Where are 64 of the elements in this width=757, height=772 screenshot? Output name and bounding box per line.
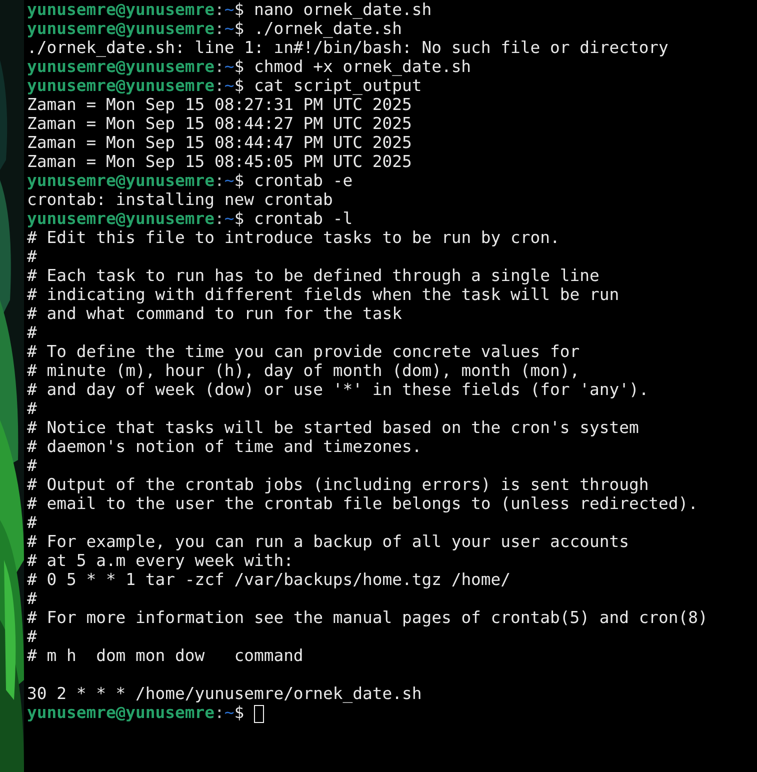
prompt-user: yunusemre@yunusemre bbox=[27, 171, 214, 190]
prompt-symbol: $ bbox=[234, 209, 244, 228]
prompt-colon: : bbox=[214, 171, 224, 190]
prompt-path: ~ bbox=[224, 0, 234, 19]
prompt-path: ~ bbox=[224, 19, 234, 38]
command-text: chmod +x ornek_date.sh bbox=[254, 57, 472, 76]
output-text: ./ornek_date.sh: line 1: ın#!/bin/bash: No such file or directory bbox=[27, 38, 668, 57]
output-text: # bbox=[27, 399, 37, 418]
output-text: # email to the user the crontab file belongs to (unless redirected). bbox=[27, 494, 698, 513]
prompt-symbol: $ bbox=[234, 171, 244, 190]
prompt-user: yunusemre@yunusemre bbox=[27, 0, 214, 19]
output-text: # Notice that tasks will be started based on the cron's system bbox=[27, 418, 639, 437]
prompt-colon: : bbox=[214, 703, 224, 722]
output-text: # daemon's notion of time and timezones. bbox=[27, 437, 422, 456]
output-text: # bbox=[27, 323, 37, 342]
output-text: # bbox=[27, 247, 37, 266]
output-text: # m h dom mon dow command bbox=[27, 646, 304, 665]
output-text: # For example, you can run a backup of all your user accounts bbox=[27, 532, 629, 551]
prompt-user: yunusemre@yunusemre bbox=[27, 76, 214, 95]
prompt-user: yunusemre@yunusemre bbox=[27, 209, 214, 228]
output-text: # To define the time you can provide concrete values for bbox=[27, 342, 580, 361]
prompt-user: yunusemre@yunusemre bbox=[27, 19, 214, 38]
output-text: # bbox=[27, 513, 37, 532]
command-text: crontab -e bbox=[254, 171, 353, 190]
output-text: Zaman = Mon Sep 15 08:44:47 PM UTC 2025 bbox=[27, 133, 412, 152]
output-text: Zaman = Mon Sep 15 08:45:05 PM UTC 2025 bbox=[27, 152, 412, 171]
prompt-user: yunusemre@yunusemre bbox=[27, 57, 214, 76]
output-text: # For more information see the manual pages of crontab(5) and cron(8) bbox=[27, 608, 708, 627]
output-text: # bbox=[27, 589, 37, 608]
command-text: crontab -l bbox=[254, 209, 353, 228]
output-text: # indicating with different fields when the task will be run bbox=[27, 285, 620, 304]
output-text: 30 2 * * * /home/yunusemre/ornek_date.sh bbox=[27, 684, 422, 703]
prompt-symbol: $ bbox=[234, 19, 244, 38]
prompt-colon: : bbox=[214, 0, 224, 19]
output-text: crontab: installing new crontab bbox=[27, 190, 333, 209]
prompt-path: ~ bbox=[224, 171, 234, 190]
output-text: Zaman = Mon Sep 15 08:27:31 PM UTC 2025 bbox=[27, 95, 412, 114]
output-text: Zaman = Mon Sep 15 08:44:27 PM UTC 2025 bbox=[27, 114, 412, 133]
prompt-user: yunusemre@yunusemre bbox=[27, 703, 214, 722]
output-text: # bbox=[27, 627, 37, 646]
output-text: # 0 5 * * 1 tar -zcf /var/backups/home.tgz /home/ bbox=[27, 570, 511, 589]
prompt-path: ~ bbox=[224, 209, 234, 228]
prompt-path: ~ bbox=[224, 76, 234, 95]
prompt-colon: : bbox=[214, 19, 224, 38]
output-text: # minute (m), hour (h), day of month (dom), month (mon), bbox=[27, 361, 580, 380]
prompt-symbol: $ bbox=[234, 57, 244, 76]
prompt-path: ~ bbox=[224, 703, 234, 722]
prompt-colon: : bbox=[214, 57, 224, 76]
output-text: # Each task to run has to be defined through a single line bbox=[27, 266, 600, 285]
prompt-path: ~ bbox=[224, 57, 234, 76]
output-text: # Output of the crontab jobs (including errors) is sent through bbox=[27, 475, 649, 494]
prompt-colon: : bbox=[214, 209, 224, 228]
prompt-colon: : bbox=[214, 76, 224, 95]
output-text: # bbox=[27, 456, 37, 475]
output-text: # at 5 a.m every week with: bbox=[27, 551, 294, 570]
prompt-symbol: $ bbox=[234, 703, 244, 722]
output-text: # and what command to run for the task bbox=[27, 304, 402, 323]
output-text: # and day of week (dow) or use '*' in these fields (for 'any'). bbox=[27, 380, 649, 399]
command-text: cat script_output bbox=[254, 76, 422, 95]
prompt-symbol: $ bbox=[234, 76, 244, 95]
prompt-symbol: $ bbox=[234, 0, 244, 19]
command-text: nano ornek_date.sh bbox=[254, 0, 432, 19]
output-text: # Edit this file to introduce tasks to be run by cron. bbox=[27, 228, 560, 247]
command-text: ./ornek_date.sh bbox=[254, 19, 402, 38]
